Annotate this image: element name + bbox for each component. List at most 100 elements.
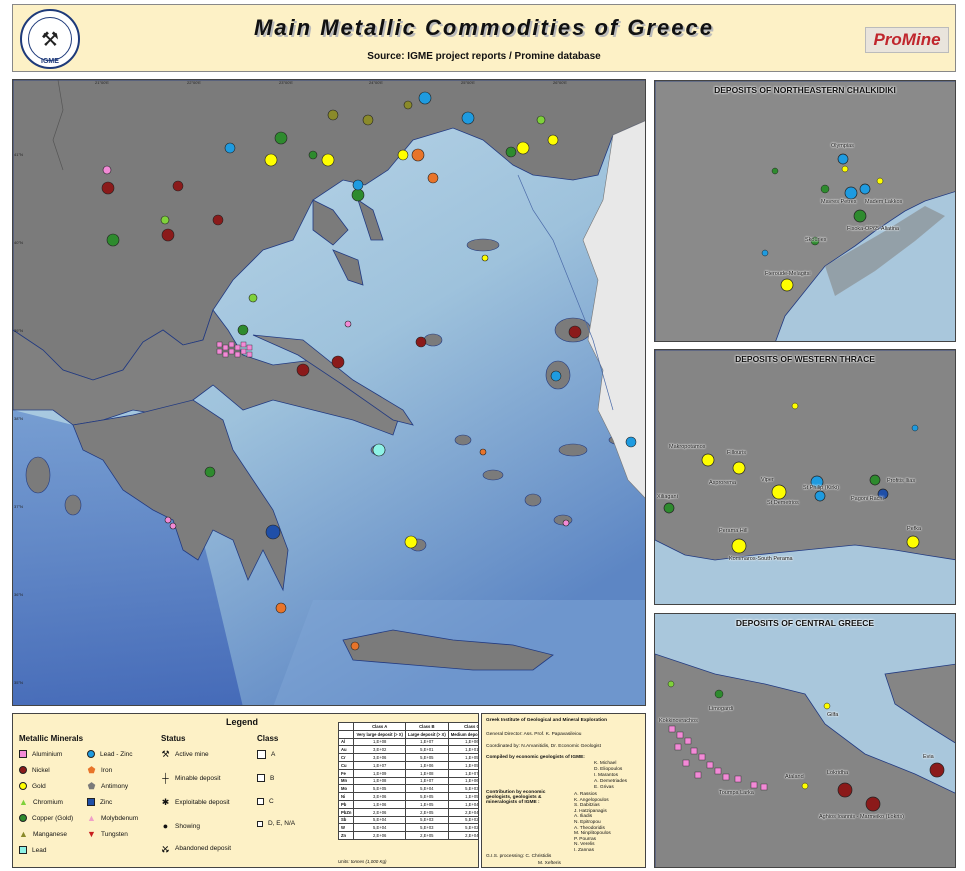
place-label: Pefka <box>907 526 922 532</box>
deposit-marker[interactable] <box>350 641 360 651</box>
page-title: Main Metallic Commodities of Greece <box>254 15 714 40</box>
blue-square-icon <box>87 798 95 806</box>
deposit-marker[interactable] <box>372 443 386 457</box>
deposit-marker[interactable] <box>246 344 253 351</box>
place-label: Xiliagani <box>657 494 678 500</box>
deposit-marker[interactable] <box>222 351 229 358</box>
main-map-greece[interactable]: 21°00'E 22°00'E 23°00'E 24°00'E 25°00'E … <box>12 79 646 706</box>
place-label: Olympias <box>831 143 854 149</box>
asterisk-icon: ✱ <box>161 797 170 807</box>
deposit-class-table: Class AClass BClass CClass DVery large d… <box>337 722 478 840</box>
deposit-marker[interactable] <box>102 165 112 175</box>
credit-name: E. Grivas <box>594 785 614 790</box>
top-tick-4: 25°00'E <box>461 80 475 85</box>
deposit-marker[interactable] <box>625 436 637 448</box>
deposit-marker[interactable] <box>415 336 427 348</box>
deposit-marker[interactable] <box>164 516 172 524</box>
deposit-marker[interactable] <box>562 519 570 527</box>
deposit-marker[interactable] <box>481 254 489 262</box>
credits-coordinated: Coordinated by: N.Arvanitidis, Dr. Econo… <box>486 744 601 749</box>
deposit-marker[interactable] <box>331 355 345 369</box>
deposit-marker[interactable] <box>212 214 224 226</box>
deposit-marker[interactable] <box>101 181 115 195</box>
credits-director: General Director: Ass. Prof. K. Papavasi… <box>486 732 582 737</box>
deposit-marker[interactable] <box>106 233 120 247</box>
credits-gis-2: M. Xefteris <box>538 861 561 866</box>
deposit-marker[interactable] <box>216 348 223 355</box>
legend-item-zinc: Zinc <box>87 798 112 806</box>
deposit-marker[interactable] <box>172 180 184 192</box>
legend-class-heading: Class <box>257 734 279 743</box>
legend-status-active: ⚒ Active mine <box>161 749 209 759</box>
place-label: Profitis Ilias <box>887 478 916 484</box>
deposit-marker[interactable] <box>237 324 249 336</box>
deposit-marker[interactable] <box>275 602 287 614</box>
legend-class-c: C <box>257 798 274 805</box>
red-triangle-down-icon: ▼ <box>87 829 96 839</box>
deposit-marker[interactable] <box>228 348 235 355</box>
left-tick-4: 37°N <box>14 504 23 509</box>
deposit-marker[interactable] <box>352 179 364 191</box>
deposit-marker[interactable] <box>461 111 475 125</box>
table-row: Cu1,E+071,E+061,E+051,E+04 <box>337 760 478 770</box>
inset-western-thrace[interactable]: DEPOSITS OF WESTERN THRACE Makropotamos … <box>654 349 956 605</box>
deposit-marker[interactable] <box>265 524 281 540</box>
deposit-marker[interactable] <box>321 153 335 167</box>
cyan-square-icon <box>19 846 27 854</box>
deposit-marker[interactable] <box>418 91 432 105</box>
deposit-marker[interactable] <box>204 466 216 478</box>
deposit-marker[interactable] <box>234 351 241 358</box>
deposit-marker[interactable] <box>362 114 374 126</box>
deposit-marker[interactable] <box>427 172 439 184</box>
deposit-marker[interactable] <box>240 341 247 348</box>
place-label: Skouries <box>805 237 827 243</box>
credit-name: A. Iliadis <box>574 814 593 820</box>
deposit-marker[interactable] <box>274 131 288 145</box>
table-row: Pb1,E+061,E+051,E+041,E+03 <box>337 799 478 809</box>
deposit-marker[interactable] <box>536 115 546 125</box>
gray-pentagon-icon: ⬟ <box>87 781 96 791</box>
inset-northeastern-chalkidiki[interactable]: DEPOSITS OF NORTHEASTERN CHALKIDIKI Olym… <box>654 80 956 342</box>
place-label: Viper <box>761 477 774 483</box>
deposit-marker[interactable] <box>224 142 236 154</box>
dot-icon: ● <box>162 821 169 831</box>
legend-status-minable: ┼ Minable deposit <box>162 773 221 783</box>
table-row: Au3,E+025,E+011,E+011,E+00 <box>337 745 478 755</box>
deposit-marker[interactable] <box>344 320 352 328</box>
page-subtitle: Source: IGME project reports / Promine d… <box>367 51 601 62</box>
deposit-marker[interactable] <box>397 149 409 161</box>
pink-square-icon <box>19 750 27 758</box>
place-label: Fisoka-OP65-Aliatina <box>847 226 899 232</box>
deposit-marker[interactable] <box>216 341 223 348</box>
deposit-marker[interactable] <box>327 109 339 121</box>
deposit-marker[interactable] <box>296 363 310 377</box>
deposit-marker[interactable] <box>222 344 229 351</box>
top-tick-2: 23°00'E <box>279 80 293 85</box>
deposit-marker[interactable] <box>264 153 278 167</box>
place-label: Fteroude-Melagitsi <box>765 271 811 277</box>
deposit-marker[interactable] <box>550 370 562 382</box>
deposit-marker[interactable] <box>228 341 235 348</box>
deposit-marker[interactable] <box>568 325 582 339</box>
deposit-marker[interactable] <box>411 148 425 162</box>
deposit-marker[interactable] <box>234 344 241 351</box>
deposit-marker[interactable] <box>403 100 413 110</box>
left-tick-1: 40°N <box>14 240 23 245</box>
deposit-marker[interactable] <box>516 141 530 155</box>
credit-name: I. Zannas <box>574 848 594 853</box>
deposit-marker[interactable] <box>505 146 517 158</box>
inset-central-greece[interactable]: DEPOSITS OF CENTRAL GREECE Limogardi Gil… <box>654 613 956 868</box>
credit-name: N. Epitropou <box>574 820 601 825</box>
deposit-marker[interactable] <box>547 134 559 146</box>
deposit-marker[interactable] <box>169 522 177 530</box>
deposit-marker[interactable] <box>246 351 253 358</box>
deposit-marker[interactable] <box>240 348 247 355</box>
deposit-marker[interactable] <box>479 448 487 456</box>
deposit-marker[interactable] <box>351 188 365 202</box>
deposit-marker[interactable] <box>248 293 258 303</box>
deposit-marker[interactable] <box>161 228 175 242</box>
deposit-marker[interactable] <box>308 150 318 160</box>
place-label: Toumpa Larka <box>719 790 754 796</box>
deposit-marker[interactable] <box>160 215 170 225</box>
deposit-marker[interactable] <box>404 535 418 549</box>
